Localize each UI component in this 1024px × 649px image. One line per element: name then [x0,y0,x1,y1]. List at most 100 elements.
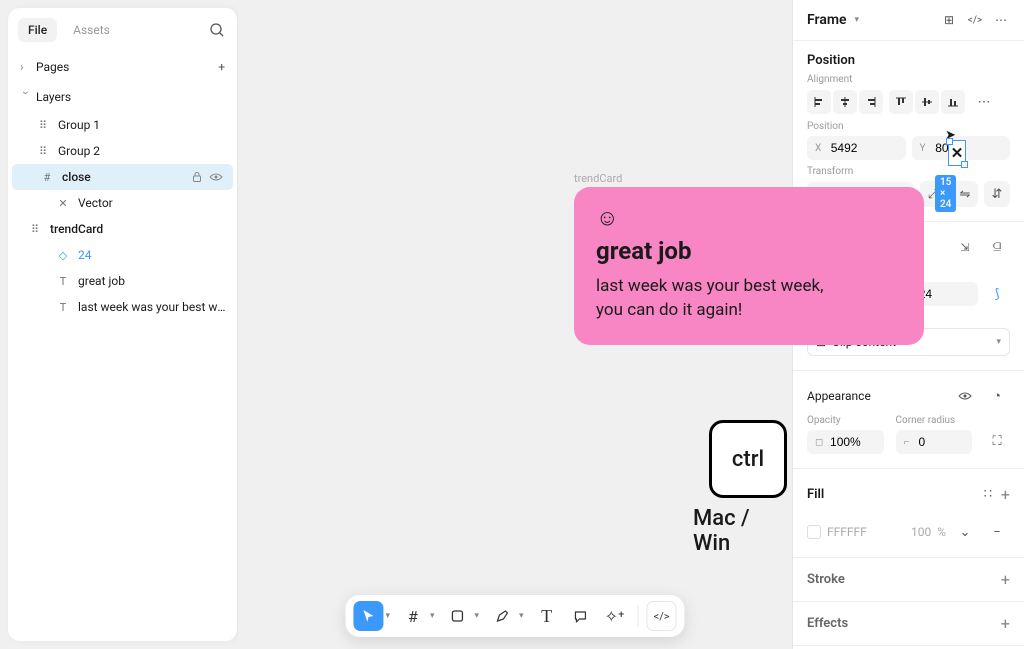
radius-expand-icon[interactable]: ⛶ [984,428,1010,454]
auto-layout-add[interactable]: ⫑ [984,234,1010,260]
layer-close[interactable]: # close [12,164,233,190]
layer-trendcard[interactable]: ⠿ trendCard [8,216,237,242]
fill-pct[interactable]: 100 [911,525,931,539]
frame-icon: # [40,170,54,184]
appearance-section: Appearance ◔ Opacity ◻ Corner radius ⌐ ⛶ [793,370,1024,468]
add-page-icon[interactable]: + [218,60,225,74]
frame-tool-chevron[interactable]: ▾ [430,611,435,621]
fill-swatch[interactable] [807,525,821,539]
canvas[interactable]: trendCard ☺ great job last week was your… [238,0,792,649]
layer-great-job[interactable]: T great job [8,268,237,294]
radius-input[interactable]: ⌐ [896,430,973,454]
move-tool-chevron[interactable]: ▾ [385,611,390,621]
search-icon[interactable] [209,22,225,38]
layers-header[interactable]: › Layers [8,82,237,112]
fill-visibility-icon[interactable]: ⌄ [952,519,978,545]
appearance-title: Appearance [807,389,946,403]
rectangle-tool[interactable] [443,601,473,631]
fill-title: Fill [807,487,975,502]
align-hcenter[interactable] [833,90,857,114]
layer-vector[interactable]: ✕ Vector [8,190,237,216]
card-body: last week was your best week, you can do… [596,275,902,323]
remove-fill-icon[interactable]: − [984,519,1010,545]
layer-24[interactable]: ◇ 24 [8,242,237,268]
chevron-right-icon: › [20,60,32,74]
pen-tool[interactable] [487,601,517,631]
visibility-toggle-icon[interactable] [952,383,978,409]
pages-header[interactable]: › Pages + [8,52,237,82]
add-effect-icon[interactable]: + [1001,614,1010,633]
dev-mode-toggle[interactable]: </> [647,601,677,631]
lock-icon[interactable] [191,171,203,183]
text-icon: T [56,300,70,314]
actions-tool[interactable]: ✧⁺ [600,601,630,631]
radius-label: Corner radius [896,415,973,426]
constrain-proportions-icon[interactable]: ⟆ [984,281,1010,307]
align-more[interactable]: ⋯ [971,89,997,115]
opacity-label: Opacity [807,415,884,426]
tab-assets[interactable]: Assets [63,18,120,42]
component-mode-icon[interactable]: ⊞ [940,13,958,27]
stroke-section[interactable]: Stroke+ [793,557,1024,601]
selection-colors-section[interactable]: Selection colors [793,645,1024,649]
text-tool[interactable]: T [532,601,562,631]
alignment-label: Alignment [807,74,1010,85]
layer-last-week[interactable]: T last week was your best week... [8,294,237,320]
flip-vertical[interactable]: ⇵ [984,181,1010,207]
position-title: Position [807,53,1010,68]
selection-size-badge: 15 × 24 [935,175,956,212]
align-vcenter[interactable] [915,90,939,114]
pen-tool-chevron[interactable]: ▾ [519,611,524,621]
add-fill-icon[interactable]: + [1001,485,1010,504]
blend-mode-icon[interactable]: ◔ [984,383,1010,409]
opacity-input[interactable]: ◻ [807,430,884,454]
alignment-row: ⋯ [807,89,1010,115]
macwin-label: Mac / Win [693,506,792,556]
tab-file[interactable]: File [18,18,57,42]
trend-card[interactable]: ☺ great job last week was your best week… [574,187,924,345]
frame-label-trendcard[interactable]: trendCard [574,172,622,185]
fill-row: FFFFFF 100 % ⌄ − [807,519,1010,545]
group-icon: ⠿ [36,118,50,132]
group-icon: ⠿ [36,144,50,158]
keycap-ctrl: ctrl [709,420,787,498]
card-title: great job [596,237,902,265]
pos-label: Position [807,121,1010,132]
diamond-icon: ◇ [56,248,70,262]
visibility-icon[interactable] [209,171,223,183]
vector-icon: ✕ [56,196,70,210]
align-right[interactable] [859,90,883,114]
selected-close-frame[interactable]: ✕ [948,140,966,166]
smile-icon: ☺ [596,205,902,231]
chevron-down-icon: ▾ [996,337,1001,347]
auto-layout-wrap[interactable]: ⇲ [952,234,978,260]
text-icon: T [56,274,70,288]
comment-tool[interactable] [566,601,596,631]
shape-tool-chevron[interactable]: ▾ [475,611,480,621]
align-left[interactable] [807,90,831,114]
close-glyph: ✕ [951,144,964,162]
bottom-toolbar: ▾ # ▾ ▾ ▾ T ✧⁺ </> [345,595,684,637]
effects-section[interactable]: Effects+ [793,601,1024,645]
frame-type-label[interactable]: Frame [807,12,847,28]
fill-section: Fill ∷ + [793,468,1024,519]
move-tool[interactable] [353,601,383,631]
chevron-down-icon: › [19,91,33,103]
layers-label: Layers [36,90,225,104]
layer-group-1[interactable]: ⠿ Group 1 [8,112,237,138]
component-icon: ⠿ [28,222,42,236]
add-stroke-icon[interactable]: + [1001,570,1010,589]
left-panel: File Assets › Pages + › Layers ⠿ Group 1… [8,8,238,641]
code-icon[interactable]: </> [966,15,984,26]
fill-hex[interactable]: FFFFFF [827,525,905,539]
more-icon[interactable]: ⋯ [992,13,1010,27]
frame-tool[interactable]: # [398,601,428,631]
x-input[interactable]: X [807,136,906,160]
transform-label: Transform [807,166,1010,177]
chevron-down-icon[interactable]: ▾ [855,15,860,25]
align-top[interactable] [889,90,913,114]
fill-unit: % [937,525,946,539]
layer-group-2[interactable]: ⠿ Group 2 [8,138,237,164]
fill-styles-icon[interactable]: ∷ [975,481,1001,507]
align-bottom[interactable] [941,90,965,114]
